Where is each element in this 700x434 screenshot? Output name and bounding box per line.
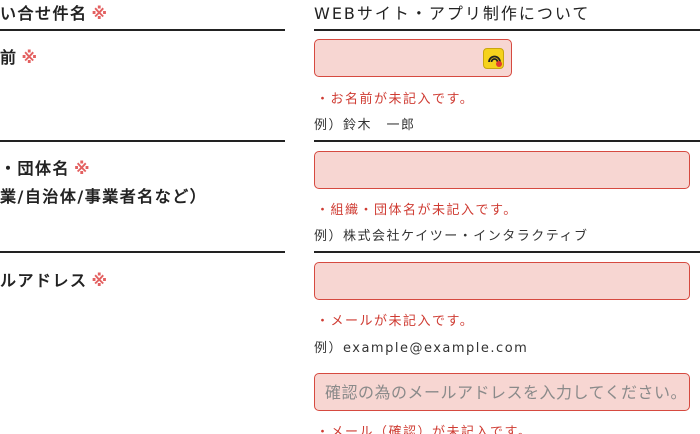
row-divider	[314, 251, 700, 253]
row-divider	[314, 29, 700, 31]
name-input[interactable]	[315, 40, 511, 76]
email-confirm-input[interactable]	[315, 374, 689, 410]
autofill-extension-icon[interactable]	[483, 48, 504, 69]
row-divider	[0, 29, 285, 31]
name-example-text: 例）鈴木 一郎	[314, 118, 416, 133]
email-field[interactable]	[314, 262, 690, 300]
organization-sublabel: 業/自治体/事業者名など）	[0, 187, 208, 206]
email-confirm-error-message: ・メール（確認）が未記入です。	[316, 425, 533, 434]
email-input[interactable]	[315, 263, 689, 299]
email-label: ルアドレス ※	[0, 267, 109, 291]
name-field[interactable]	[314, 39, 512, 77]
row-divider	[0, 251, 285, 253]
organization-field[interactable]	[314, 151, 690, 189]
email-label-text: ルアドレス	[0, 271, 88, 290]
subject-label-text: い合せ件名	[0, 4, 88, 23]
organization-input[interactable]	[315, 152, 689, 188]
name-label-text: 前	[0, 48, 18, 67]
subject-value: WEBサイト・アプリ制作について	[314, 4, 591, 23]
required-mark: ※	[74, 159, 92, 178]
organization-label: ・団体名 ※	[0, 155, 91, 179]
row-divider	[314, 140, 700, 142]
organization-error-message: ・組織・団体名が未記入です。	[316, 203, 518, 218]
email-confirm-field[interactable]	[314, 373, 690, 411]
name-label: 前 ※	[0, 44, 39, 68]
organization-label-text: ・団体名	[0, 159, 71, 178]
email-error-message: ・メールが未記入です。	[316, 314, 475, 329]
required-mark: ※	[21, 48, 39, 67]
required-mark: ※	[91, 4, 109, 23]
row-divider	[0, 140, 285, 142]
subject-label: い合せ件名 ※	[0, 0, 109, 24]
name-error-message: ・お名前が未記入です。	[316, 92, 475, 107]
email-example-text: 例）example@example.com	[314, 341, 529, 356]
organization-example-text: 例）株式会社ケイツー・インタラクティブ	[314, 229, 589, 244]
required-mark: ※	[91, 271, 109, 290]
